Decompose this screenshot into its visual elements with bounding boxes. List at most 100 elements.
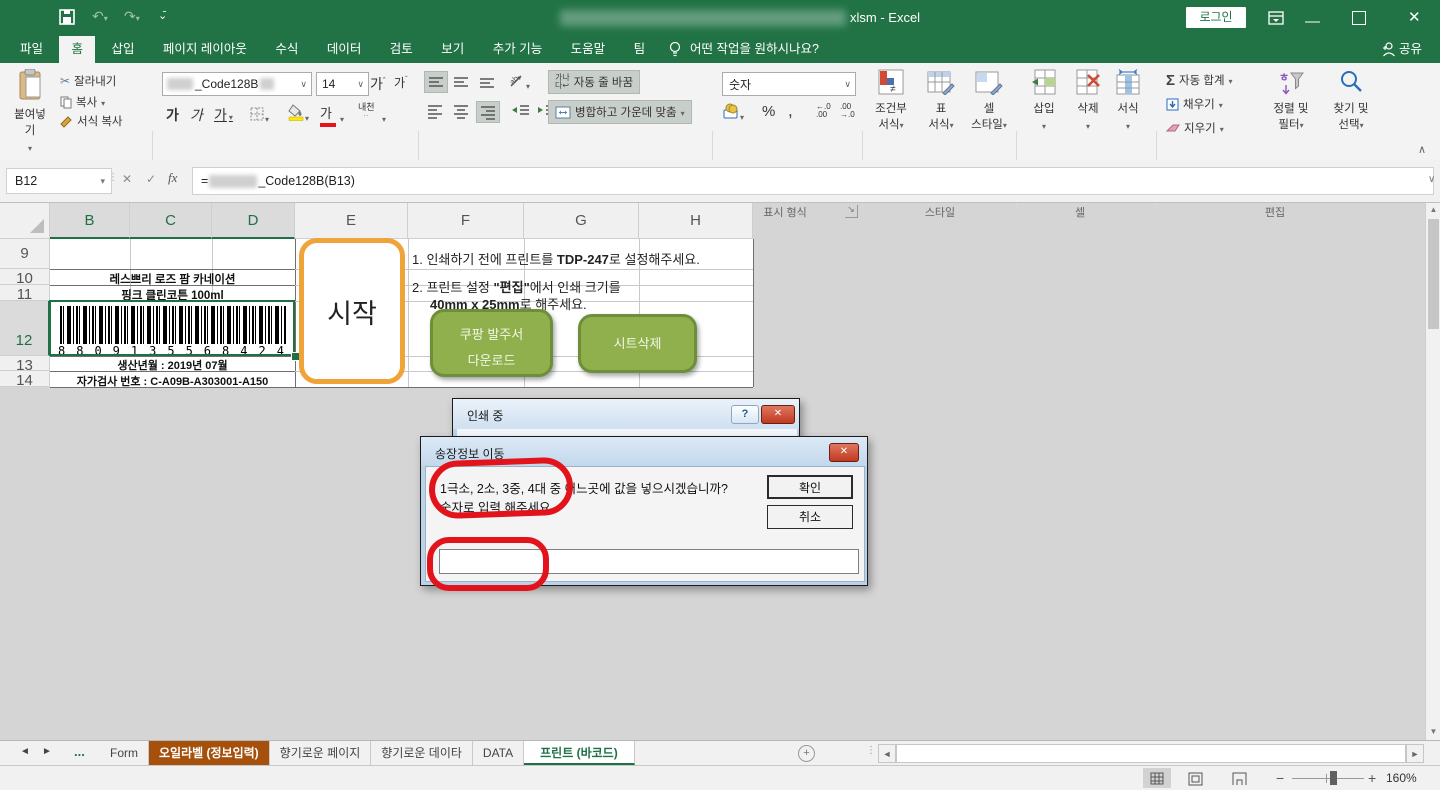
tab-view[interactable]: 보기 xyxy=(429,36,476,63)
page-break-view-button[interactable] xyxy=(1232,772,1247,790)
sheet-tab-oillabel[interactable]: 오일라벨 (정보입력) xyxy=(149,741,270,765)
sheet-tab-fragrant-page[interactable]: 향기로운 페이지 xyxy=(270,741,372,765)
column-header-D[interactable]: D xyxy=(212,203,295,239)
decrease-indent-button[interactable] xyxy=(510,101,532,121)
row-header-9[interactable]: 9 xyxy=(0,239,50,269)
decrease-font-button[interactable]: 가ˇ xyxy=(394,74,408,91)
font-size-combo[interactable]: 14∨ xyxy=(316,72,369,96)
row-header-12[interactable]: 12 xyxy=(0,301,50,356)
increase-decimal-button[interactable]: ←.0.00 xyxy=(816,103,831,119)
font-color-button[interactable]: 가 xyxy=(320,103,336,127)
cell-product-name[interactable]: 레스쁘리 로즈 팜 카네이션 xyxy=(50,271,295,287)
tab-formulas[interactable]: 수식 xyxy=(263,36,310,63)
column-header-C[interactable]: C xyxy=(130,203,212,239)
phonetic-button[interactable]: 내천ᆢ xyxy=(358,103,375,121)
align-bottom-button[interactable] xyxy=(476,71,498,91)
format-cells-button[interactable]: 서식 xyxy=(1108,69,1148,134)
expand-formula-bar-icon[interactable]: ∨ xyxy=(1428,174,1435,185)
tabbar-splitter[interactable]: ⋮ xyxy=(866,745,876,756)
row-header-11[interactable]: 11 xyxy=(0,285,50,301)
merge-center-button[interactable]: 병합하고 가운데 맞춤 xyxy=(548,100,692,124)
align-top-button[interactable] xyxy=(424,71,448,93)
align-left-button[interactable] xyxy=(424,101,446,121)
column-header-B[interactable]: B xyxy=(50,203,130,239)
italic-button[interactable]: 가 xyxy=(190,105,203,125)
sheet-tab-form[interactable]: Form xyxy=(100,741,149,765)
tab-data[interactable]: 데이터 xyxy=(315,36,374,63)
undo-icon[interactable]: ↶▾ xyxy=(92,8,108,25)
ribbon-display-options-icon[interactable] xyxy=(1268,10,1284,26)
cut-button[interactable]: ✂잘라내기 xyxy=(60,73,116,89)
percent-button[interactable]: % xyxy=(762,103,775,120)
borders-button[interactable] xyxy=(250,107,269,127)
minimize-button[interactable]: — xyxy=(1305,13,1320,30)
name-box[interactable]: B12▾ xyxy=(6,168,112,194)
cancel-dialog-button[interactable]: 취소 xyxy=(767,505,853,529)
confirm-entry-icon[interactable]: ✓ xyxy=(146,172,156,186)
underline-button[interactable]: 가 xyxy=(214,105,233,125)
align-middle-button[interactable] xyxy=(450,71,472,91)
page-layout-view-button[interactable] xyxy=(1188,772,1203,790)
tab-help[interactable]: 도움말 xyxy=(559,36,618,63)
horizontal-scrollbar[interactable] xyxy=(896,744,1406,763)
fill-button[interactable]: 채우기 xyxy=(1166,95,1223,113)
sheet-tab-data[interactable]: DATA xyxy=(473,741,524,765)
maximize-button[interactable] xyxy=(1352,11,1366,25)
wrap-text-button[interactable]: 가나다↩ 자동 줄 바꿈 xyxy=(548,70,640,94)
tab-insert[interactable]: 삽입 xyxy=(99,36,146,63)
orientation-button[interactable]: ab xyxy=(508,71,530,94)
collapse-ribbon-button[interactable]: ∧ xyxy=(1418,143,1426,156)
sheet-delete-button[interactable]: 시트삭제 xyxy=(578,314,697,373)
column-header-E[interactable]: E xyxy=(295,203,408,239)
sort-filter-button[interactable]: ㅎ 정렬 및필터 xyxy=(1262,69,1320,132)
format-as-table-button[interactable]: 표서식 xyxy=(918,69,964,132)
vertical-scrollbar[interactable]: ▲ ▼ xyxy=(1425,203,1440,740)
cell-styles-button[interactable]: 셀스타일 xyxy=(966,69,1012,132)
save-icon[interactable] xyxy=(58,8,76,26)
sheet-nav-left-icon[interactable]: ◄ xyxy=(20,746,30,757)
zoom-slider-thumb[interactable] xyxy=(1330,771,1337,785)
invoice-close-button[interactable]: ✕ xyxy=(829,443,859,462)
paste-button[interactable]: 붙여넣기 xyxy=(10,69,50,135)
tab-home[interactable]: 홈 xyxy=(59,36,95,63)
sheet-nav-ellipsis[interactable]: ... xyxy=(74,741,85,763)
row-header-10[interactable]: 10 xyxy=(0,269,50,285)
zoom-out-button[interactable]: − xyxy=(1276,770,1284,786)
column-header-H[interactable]: H xyxy=(639,203,753,239)
align-right-button[interactable] xyxy=(476,101,500,123)
printing-close-button[interactable]: ✕ xyxy=(761,405,795,424)
vertical-scroll-thumb[interactable] xyxy=(1428,219,1439,329)
column-header-F[interactable]: F xyxy=(408,203,524,239)
printing-help-button[interactable]: ? xyxy=(731,405,759,424)
copy-button[interactable]: 복사 xyxy=(60,93,105,111)
cancel-entry-icon[interactable]: ✕ xyxy=(122,172,132,186)
login-button[interactable]: 로그인 xyxy=(1186,7,1246,28)
comma-button[interactable]: , xyxy=(788,101,793,121)
sheet-nav-right-icon[interactable]: ► xyxy=(42,746,52,757)
ok-button[interactable]: 확인 xyxy=(767,475,853,499)
redo-icon[interactable]: ↷▾ xyxy=(124,8,140,25)
insert-function-icon[interactable]: fx xyxy=(168,170,177,186)
tellme-search[interactable]: 어떤 작업을 원하시나요? xyxy=(690,36,819,63)
hscroll-left-button[interactable]: ◄ xyxy=(878,744,896,763)
start-shape-button[interactable]: 시작 xyxy=(299,238,405,384)
row-header-13[interactable]: 13 xyxy=(0,356,50,371)
row-header-14[interactable]: 14 xyxy=(0,371,50,387)
close-button[interactable]: ✕ xyxy=(1408,8,1421,26)
formula-input[interactable]: = _Code128B(B13) xyxy=(192,167,1434,195)
sheet-tab-print-barcode[interactable]: 프린트 (바코드) xyxy=(524,741,635,765)
increase-font-button[interactable]: 가ˆ xyxy=(370,74,386,94)
font-name-combo[interactable]: _Code128B ∨ xyxy=(162,72,312,96)
bold-button[interactable]: 가 xyxy=(166,105,179,125)
accounting-format-button[interactable] xyxy=(722,103,744,125)
new-sheet-button[interactable]: + xyxy=(798,745,815,762)
tab-page-layout[interactable]: 페이지 레이아웃 xyxy=(151,36,259,63)
sheet-tab-fragrant-data[interactable]: 향기로운 데이타 xyxy=(371,741,473,765)
zoom-in-button[interactable]: + xyxy=(1368,770,1376,786)
decrease-decimal-button[interactable]: .00→.0 xyxy=(840,103,855,119)
share-button[interactable]: 공유 xyxy=(1399,36,1422,63)
printing-dialog-titlebar[interactable]: 인쇄 중 ? ✕ xyxy=(453,399,799,429)
insert-cells-button[interactable]: 삽입 xyxy=(1024,69,1064,134)
align-center-button[interactable] xyxy=(450,101,472,121)
formula-bar-splitter[interactable]: ⋮ xyxy=(108,172,118,183)
